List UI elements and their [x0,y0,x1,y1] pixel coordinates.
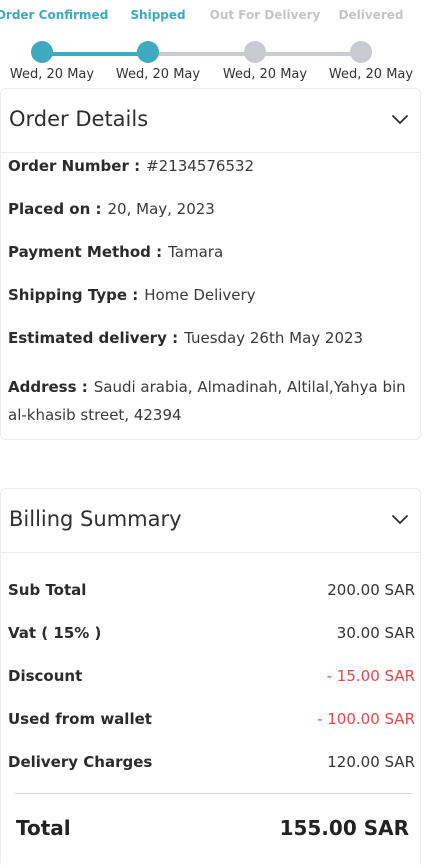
subtotal-label: Sub Total [8,581,87,599]
estimated-delivery-row: Estimated delivery : Tuesday 26th May 202… [8,329,363,347]
wallet-label: Used from wallet [8,710,152,728]
order-details-title: Order Details [9,107,149,131]
total-divider [14,793,413,794]
placed-on-value: 20, May, 2023 [107,200,215,218]
vat-label: Vat ( 15% ) [8,624,102,642]
chevron-down-icon[interactable] [392,515,408,525]
step-date-order-confirmed: Wed, 20 May [9,67,95,82]
step-dot-order-confirmed [31,41,53,63]
delivery-charges-row: Delivery Charges 120.00 SAR [8,753,415,775]
delivery-charges-value: 120.00 SAR [327,753,415,771]
payment-method-label: Payment Method : [8,243,163,261]
wallet-value: - 100.00 SAR [317,710,415,728]
order-status-tracker: Order Confirmed Shipped Out For Delivery… [0,0,427,90]
discount-row: Discount - 15.00 SAR [8,667,415,689]
step-date-out-for-delivery: Wed, 20 May [222,67,308,82]
step-label-out-for-delivery: Out For Delivery [209,8,321,22]
delivery-charges-label: Delivery Charges [8,753,153,771]
wallet-row: Used from wallet - 100.00 SAR [8,710,415,732]
step-dot-delivered [350,41,372,63]
shipping-type-row: Shipping Type : Home Delivery [8,286,256,304]
address-label: Address : [8,378,88,396]
billing-summary-header[interactable]: Billing Summary [1,489,420,553]
step-label-shipped: Shipped [130,8,186,22]
subtotal-value: 200.00 SAR [327,581,415,599]
vat-row: Vat ( 15% ) 30.00 SAR [8,624,415,646]
step-label-order-confirmed: Order Confirmed [0,8,109,22]
step-date-delivered: Wed, 20 May [328,67,414,82]
step-dot-out-for-delivery [244,41,266,63]
payment-method-row: Payment Method : Tamara [8,243,223,261]
step-date-shipped: Wed, 20 May [115,67,201,82]
total-value: 155.00 SAR [279,816,409,840]
order-number-row: Order Number : #2134576532 [8,157,254,175]
total-label: Total [16,816,71,840]
progress-line-complete [42,52,148,56]
estimated-delivery-value: Tuesday 26th May 2023 [184,329,364,347]
placed-on-row: Placed on : 20, May, 2023 [8,200,215,218]
shipping-type-value: Home Delivery [144,286,256,304]
billing-summary-title: Billing Summary [9,507,182,531]
address-row: Address : Saudi arabia, Almadinah, Altila… [8,373,408,429]
order-details-header[interactable]: Order Details [1,89,420,153]
subtotal-row: Sub Total 200.00 SAR [8,581,415,603]
order-number-value: #2134576532 [146,157,255,175]
chevron-down-icon[interactable] [392,115,408,125]
step-label-delivered: Delivered [338,8,404,22]
step-dot-shipped [137,41,159,63]
placed-on-label: Placed on : [8,200,102,218]
discount-label: Discount [8,667,83,685]
vat-value: 30.00 SAR [336,624,415,642]
estimated-delivery-label: Estimated delivery : [8,329,179,347]
payment-method-value: Tamara [168,243,224,261]
order-number-label: Order Number : [8,157,141,175]
shipping-type-label: Shipping Type : [8,286,139,304]
discount-value: - 15.00 SAR [326,667,415,685]
